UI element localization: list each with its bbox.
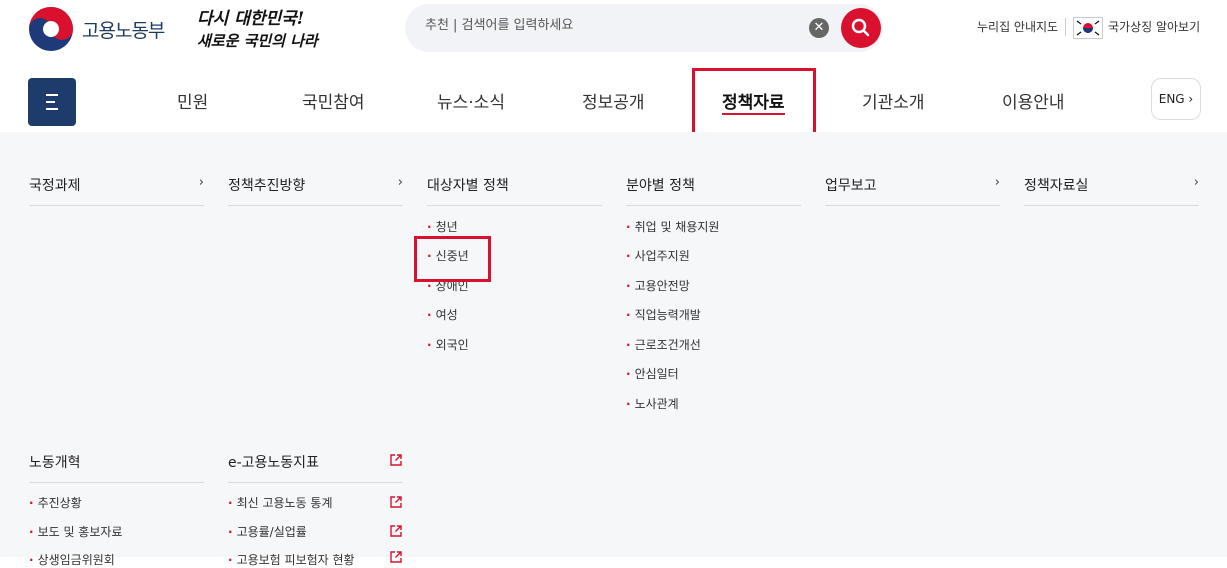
column-title: 업무보고: [825, 178, 877, 194]
column-title: 대상자별 정책: [427, 178, 509, 194]
column-title: 노동개혁: [29, 455, 81, 471]
menu-column-national-tasks[interactable]: 국정과제 ›: [29, 175, 204, 206]
nav-information[interactable]: 정보공개: [582, 88, 645, 113]
menu-item-press-materials[interactable]: 보도 및 홍보자료: [29, 523, 123, 540]
search-icon: [851, 18, 870, 37]
search-input[interactable]: [425, 18, 805, 33]
highlight-box-nav: [692, 68, 816, 135]
search-button[interactable]: [841, 8, 881, 48]
nav-about[interactable]: 기관소개: [862, 88, 925, 113]
nav-news[interactable]: 뉴스·소식: [437, 88, 505, 113]
nav-civil-service[interactable]: 민원: [177, 88, 208, 113]
menu-item-employment-rate[interactable]: 고용률/실업률: [228, 523, 307, 540]
external-link-icon: [390, 496, 402, 508]
divider: [1065, 18, 1066, 36]
chevron-right-icon: ›: [994, 175, 1000, 190]
mega-menu-panel: 국정과제 › 정책추진방향 › 대상자별 정책 분야별 정책 업무보고 › 정책…: [0, 132, 1227, 567]
menu-column-target-policy[interactable]: 대상자별 정책: [427, 175, 602, 206]
external-link-icon: [390, 551, 402, 563]
menu-item-safety-net[interactable]: 고용안전망: [626, 277, 690, 294]
menu-column-labor-reform[interactable]: 노동개혁: [29, 452, 204, 483]
menu-item-working-conditions[interactable]: 근로조건개선: [626, 336, 701, 353]
column-title: e-고용노동지표: [228, 455, 319, 471]
taegeuk-emblem-icon: [29, 7, 73, 51]
column-title: 정책자료실: [1024, 178, 1089, 194]
menu-item-safe-workplace[interactable]: 안심일터: [626, 365, 679, 382]
sitemap-link[interactable]: 누리집 안내지도: [977, 18, 1058, 35]
menu-column-policy-direction[interactable]: 정책추진방향 ›: [228, 175, 403, 206]
highlight-box-submenu: [414, 236, 491, 282]
menu-column-policy-archive[interactable]: 정책자료실 ›: [1024, 175, 1199, 206]
all-menu-button[interactable]: [28, 78, 76, 126]
slogan-line-1: 다시 대한민국!: [197, 9, 304, 29]
menu-item-youth[interactable]: 청년: [427, 218, 458, 235]
menu-item-insured-status[interactable]: 고용보험 피보험자 현황: [228, 551, 355, 568]
menu-item-vocational-training[interactable]: 직업능력개발: [626, 306, 701, 323]
menu-column-work-report[interactable]: 업무보고 ›: [825, 175, 1000, 206]
english-button[interactable]: ENG ›: [1151, 78, 1201, 120]
chevron-right-icon: ›: [1193, 175, 1199, 190]
menu-item-labor-relations[interactable]: 노사관계: [626, 395, 679, 412]
nav-participation[interactable]: 국민참여: [302, 88, 365, 113]
nav-guide[interactable]: 이용안내: [1002, 88, 1065, 113]
national-symbols-link[interactable]: 국가상징 알아보기: [1108, 18, 1200, 35]
clear-search-button[interactable]: ✕: [809, 18, 829, 38]
top-bar: 고용노동부 다시 대한민국! 새로운 국민의 나라 ✕ 누리집 안내지도 국가상…: [0, 0, 1227, 60]
menu-column-field-policy[interactable]: 분야별 정책: [626, 175, 801, 206]
main-navigation: 민원 국민참여 뉴스·소식 정보공개 정책자료 기관소개 이용안내 ENG ›: [0, 60, 1227, 132]
eng-label: ENG: [1158, 92, 1185, 106]
column-title: 정책추진방향: [228, 178, 306, 194]
column-title: 분야별 정책: [626, 178, 695, 194]
menu-item-wage-committee[interactable]: 상생임금위원회: [29, 551, 115, 568]
menu-icon: [46, 94, 58, 110]
menu-item-progress[interactable]: 추진상황: [29, 494, 82, 511]
slogan-calligraphy: 다시 대한민국! 새로운 국민의 나라: [197, 9, 320, 50]
chevron-right-icon: ›: [397, 175, 403, 190]
chevron-right-icon: ›: [198, 175, 204, 190]
menu-item-employment-support[interactable]: 취업 및 채용지원: [626, 218, 720, 235]
column-title: 국정과제: [29, 178, 81, 194]
external-link-icon: [390, 454, 402, 466]
menu-item-women[interactable]: 여성: [427, 306, 458, 323]
slogan-line-2: 새로운 국민의 나라: [197, 32, 320, 50]
menu-item-employer-support[interactable]: 사업주지원: [626, 247, 690, 264]
menu-item-latest-stats[interactable]: 최신 고용노동 통계: [228, 494, 333, 511]
logo-text: 고용노동부: [82, 19, 165, 42]
menu-column-e-indicators[interactable]: e-고용노동지표: [228, 452, 403, 483]
site-logo[interactable]: 고용노동부: [28, 6, 165, 52]
external-link-icon: [390, 525, 402, 537]
korea-flag-icon: [1073, 17, 1103, 39]
menu-item-foreigners[interactable]: 외국인: [427, 336, 469, 353]
search-bar: ✕: [405, 4, 883, 52]
